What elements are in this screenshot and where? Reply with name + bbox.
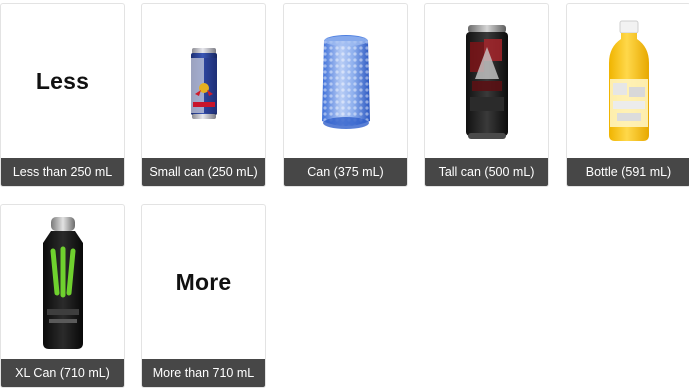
xl-can-icon xyxy=(42,216,83,349)
option-media xyxy=(425,4,548,159)
option-media: More xyxy=(142,205,265,360)
bottle-icon xyxy=(608,20,649,141)
small-can-icon xyxy=(190,47,217,119)
option-more-than-710ml[interactable]: More More than 710 mL xyxy=(141,204,266,388)
tall-can-icon xyxy=(465,24,508,139)
option-label: Small can (250 mL) xyxy=(142,158,265,186)
option-tall-can[interactable]: Tall can (500 mL) xyxy=(424,3,549,187)
option-media: Less xyxy=(1,4,124,159)
option-label: Less than 250 mL xyxy=(1,158,124,186)
option-label: XL Can (710 mL) xyxy=(1,359,124,387)
option-xl-can[interactable]: XL Can (710 mL) xyxy=(0,204,125,388)
option-less-than-250ml[interactable]: Less Less than 250 mL xyxy=(0,3,125,187)
option-label: More than 710 mL xyxy=(142,359,265,387)
can-icon xyxy=(321,34,370,129)
less-text: Less xyxy=(35,68,90,94)
more-text: More xyxy=(175,269,232,295)
option-bottle[interactable]: Bottle (591 mL) xyxy=(566,3,689,187)
option-can[interactable]: Can (375 mL) xyxy=(283,3,408,187)
option-small-can[interactable]: Small can (250 mL) xyxy=(141,3,266,187)
option-label: Can (375 mL) xyxy=(284,158,407,186)
option-media xyxy=(142,4,265,159)
option-media xyxy=(1,205,124,360)
option-label: Tall can (500 mL) xyxy=(425,158,548,186)
drink-size-options: Less Less than 250 mL Small can (250 mL)… xyxy=(0,0,689,388)
option-media xyxy=(567,4,689,159)
option-label: Bottle (591 mL) xyxy=(567,158,689,186)
option-media xyxy=(284,4,407,159)
